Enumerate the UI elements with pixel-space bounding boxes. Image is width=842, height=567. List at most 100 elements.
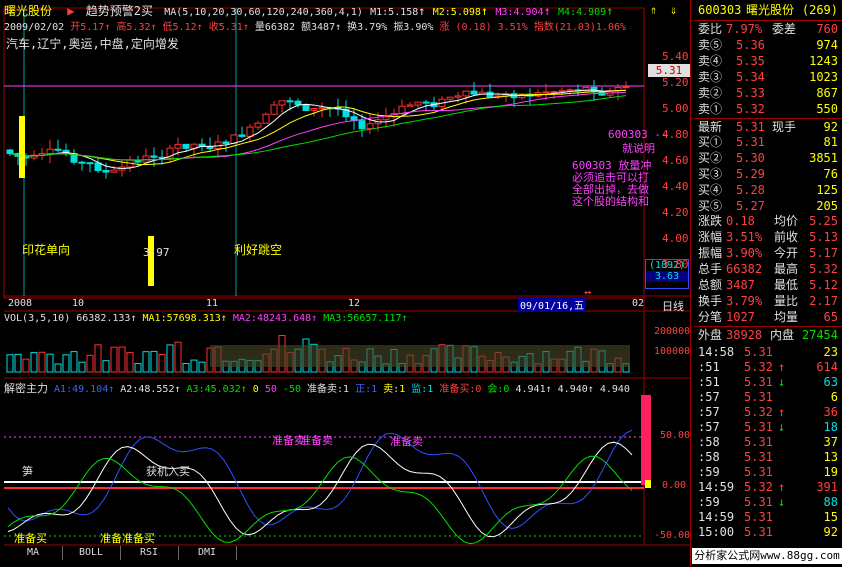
ma-m1: M1:5.158: [370, 7, 419, 18]
candle-body: [270, 104, 278, 115]
quote-amplitude: 振3.90%: [393, 22, 434, 33]
candle-body: [318, 107, 326, 110]
price-tick: 5.20: [662, 76, 689, 89]
arrow-icon[interactable]: ▶: [67, 4, 74, 18]
jiemi-line: 解密主力 A1:49.104↑ A2:48.552↑ A3:45.032↑ 0 …: [4, 382, 630, 395]
stat-value: 3.51%: [726, 230, 763, 244]
bid-price: 5.28: [736, 183, 765, 197]
jiemi-block: [641, 395, 651, 485]
volume-bar: [198, 361, 206, 373]
tab-ma[interactable]: MA: [4, 546, 63, 560]
tick-price: 5.32: [744, 405, 773, 419]
volume-bar: [38, 351, 46, 373]
tick-time: :57: [698, 405, 720, 419]
jiemi-label: 解密主力: [4, 382, 48, 395]
tick-arrow: ↑: [778, 360, 786, 374]
indicator-name[interactable]: 趋势预警2买: [86, 4, 153, 18]
ma-m2: M2:5.098: [432, 7, 481, 18]
volume-bar: [182, 363, 190, 373]
chart-area[interactable]: 曙光股份 ▶ 趋势预警2买 MA(5,10,20,30,60,120,240,3…: [0, 0, 690, 567]
volume-bar: [190, 359, 198, 373]
candle-body: [238, 134, 246, 137]
tick-row: :51 5.31 ↓ 63: [694, 374, 842, 390]
quote-name: 曙光股份: [746, 3, 795, 17]
tick-arrow: ↓: [778, 495, 786, 509]
quote-header: 600303 曙光股份 (269): [694, 2, 842, 18]
tick-volume: 23: [823, 345, 838, 359]
volume-watermark: [210, 345, 630, 367]
tab-dmi[interactable]: DMI: [178, 546, 237, 560]
stat-value: 1027: [726, 310, 755, 324]
candle-body: [6, 149, 14, 155]
jiemi-z2: 50: [264, 384, 277, 395]
vol-ma3: MA3:56657.117: [323, 313, 402, 324]
jiemi-block-yellow: [645, 480, 651, 488]
jiemi-hui: 会:0: [487, 384, 510, 395]
stat-row: 总手 66382 最高 5.32: [694, 261, 842, 277]
ma-line: [9, 89, 627, 166]
tick-row: :58 5.31 37: [694, 434, 842, 450]
candle-body: [398, 105, 406, 115]
ma-line: [9, 89, 627, 170]
bid-row: 买③ 5.29 76: [694, 166, 842, 182]
annotation-lihao: 利好跳空: [234, 243, 283, 257]
signal-bar: [148, 236, 154, 286]
down-arrow-icon[interactable]: ⇓: [670, 3, 677, 17]
signal-sun: 笋: [22, 465, 33, 478]
jiemi-v2: 4.940: [557, 384, 588, 395]
bid-label: 买③: [698, 167, 723, 181]
bid-price: 5.27: [736, 199, 765, 213]
footer-banner[interactable]: 分析家公式网www.88gg.com: [692, 548, 842, 564]
quote-vol: 量66382: [254, 22, 295, 33]
kline-chart: [3, 7, 690, 546]
bid-volume: 205: [816, 199, 838, 213]
tick-arrow: ↑: [778, 480, 786, 494]
bid-label: 买⑤: [698, 199, 723, 213]
tick-volume: 36: [823, 405, 838, 419]
jiemi-tick-50: 50.00: [660, 430, 691, 441]
jiemi-line: [7, 441, 633, 538]
bid-volume: 125: [816, 183, 838, 197]
volume-bar: [86, 354, 94, 373]
up-arrow-icon[interactable]: ⇑: [650, 3, 657, 17]
candle-body: [366, 123, 374, 130]
tick-row: :59 5.31 19: [694, 464, 842, 480]
concept-label: 汽车,辽宁,奥运,中盘,定向增发: [6, 37, 179, 51]
time-label-2008: 2008: [8, 298, 33, 309]
quote-code-num: (269): [801, 3, 838, 17]
stat-label: 分笔: [698, 310, 723, 324]
jiemi-prep-buy: 准备买:0: [439, 384, 482, 395]
ask-price: 5.33: [736, 86, 765, 100]
tick-time: :57: [698, 420, 720, 434]
candle-body: [110, 169, 118, 173]
ask-label: 卖⑤: [698, 38, 723, 52]
bid-volume: 81: [823, 135, 838, 149]
volume-bar: [166, 344, 174, 373]
period-label[interactable]: 日线: [662, 298, 684, 314]
tick-price: 5.32: [744, 480, 773, 494]
quote-open: 开5.17: [70, 22, 105, 33]
tick-volume: 6: [830, 390, 838, 404]
latest-row: 最新 5.31 现手 92: [694, 118, 842, 135]
annotation-low-price: 3.97: [143, 246, 170, 259]
stat-value-2: 5.32: [809, 262, 838, 276]
candle-body: [590, 86, 598, 93]
tick-time: :57: [698, 390, 720, 404]
tab-rsi[interactable]: RSI: [120, 546, 179, 560]
candle-body: [254, 122, 262, 128]
quote-close: 收5.31: [208, 22, 243, 33]
tick-time: :51: [698, 375, 720, 389]
signal-bar: [19, 116, 25, 178]
ask-label: 卖③: [698, 70, 723, 84]
ask-price: 5.32: [736, 102, 765, 116]
tab-boll[interactable]: BOLL: [62, 546, 121, 560]
candle-body: [422, 101, 430, 104]
candle-body: [622, 86, 630, 89]
candle-body: [278, 100, 286, 106]
volume-bar: [94, 344, 102, 373]
bid-row: 买⑤ 5.27 205: [694, 198, 842, 214]
stat-row: 分笔 1027 均量 65: [694, 309, 842, 325]
ask-volume: 867: [816, 86, 838, 100]
quote-date: 2009/02/02: [4, 22, 65, 33]
bid-price: 5.31: [736, 135, 765, 149]
